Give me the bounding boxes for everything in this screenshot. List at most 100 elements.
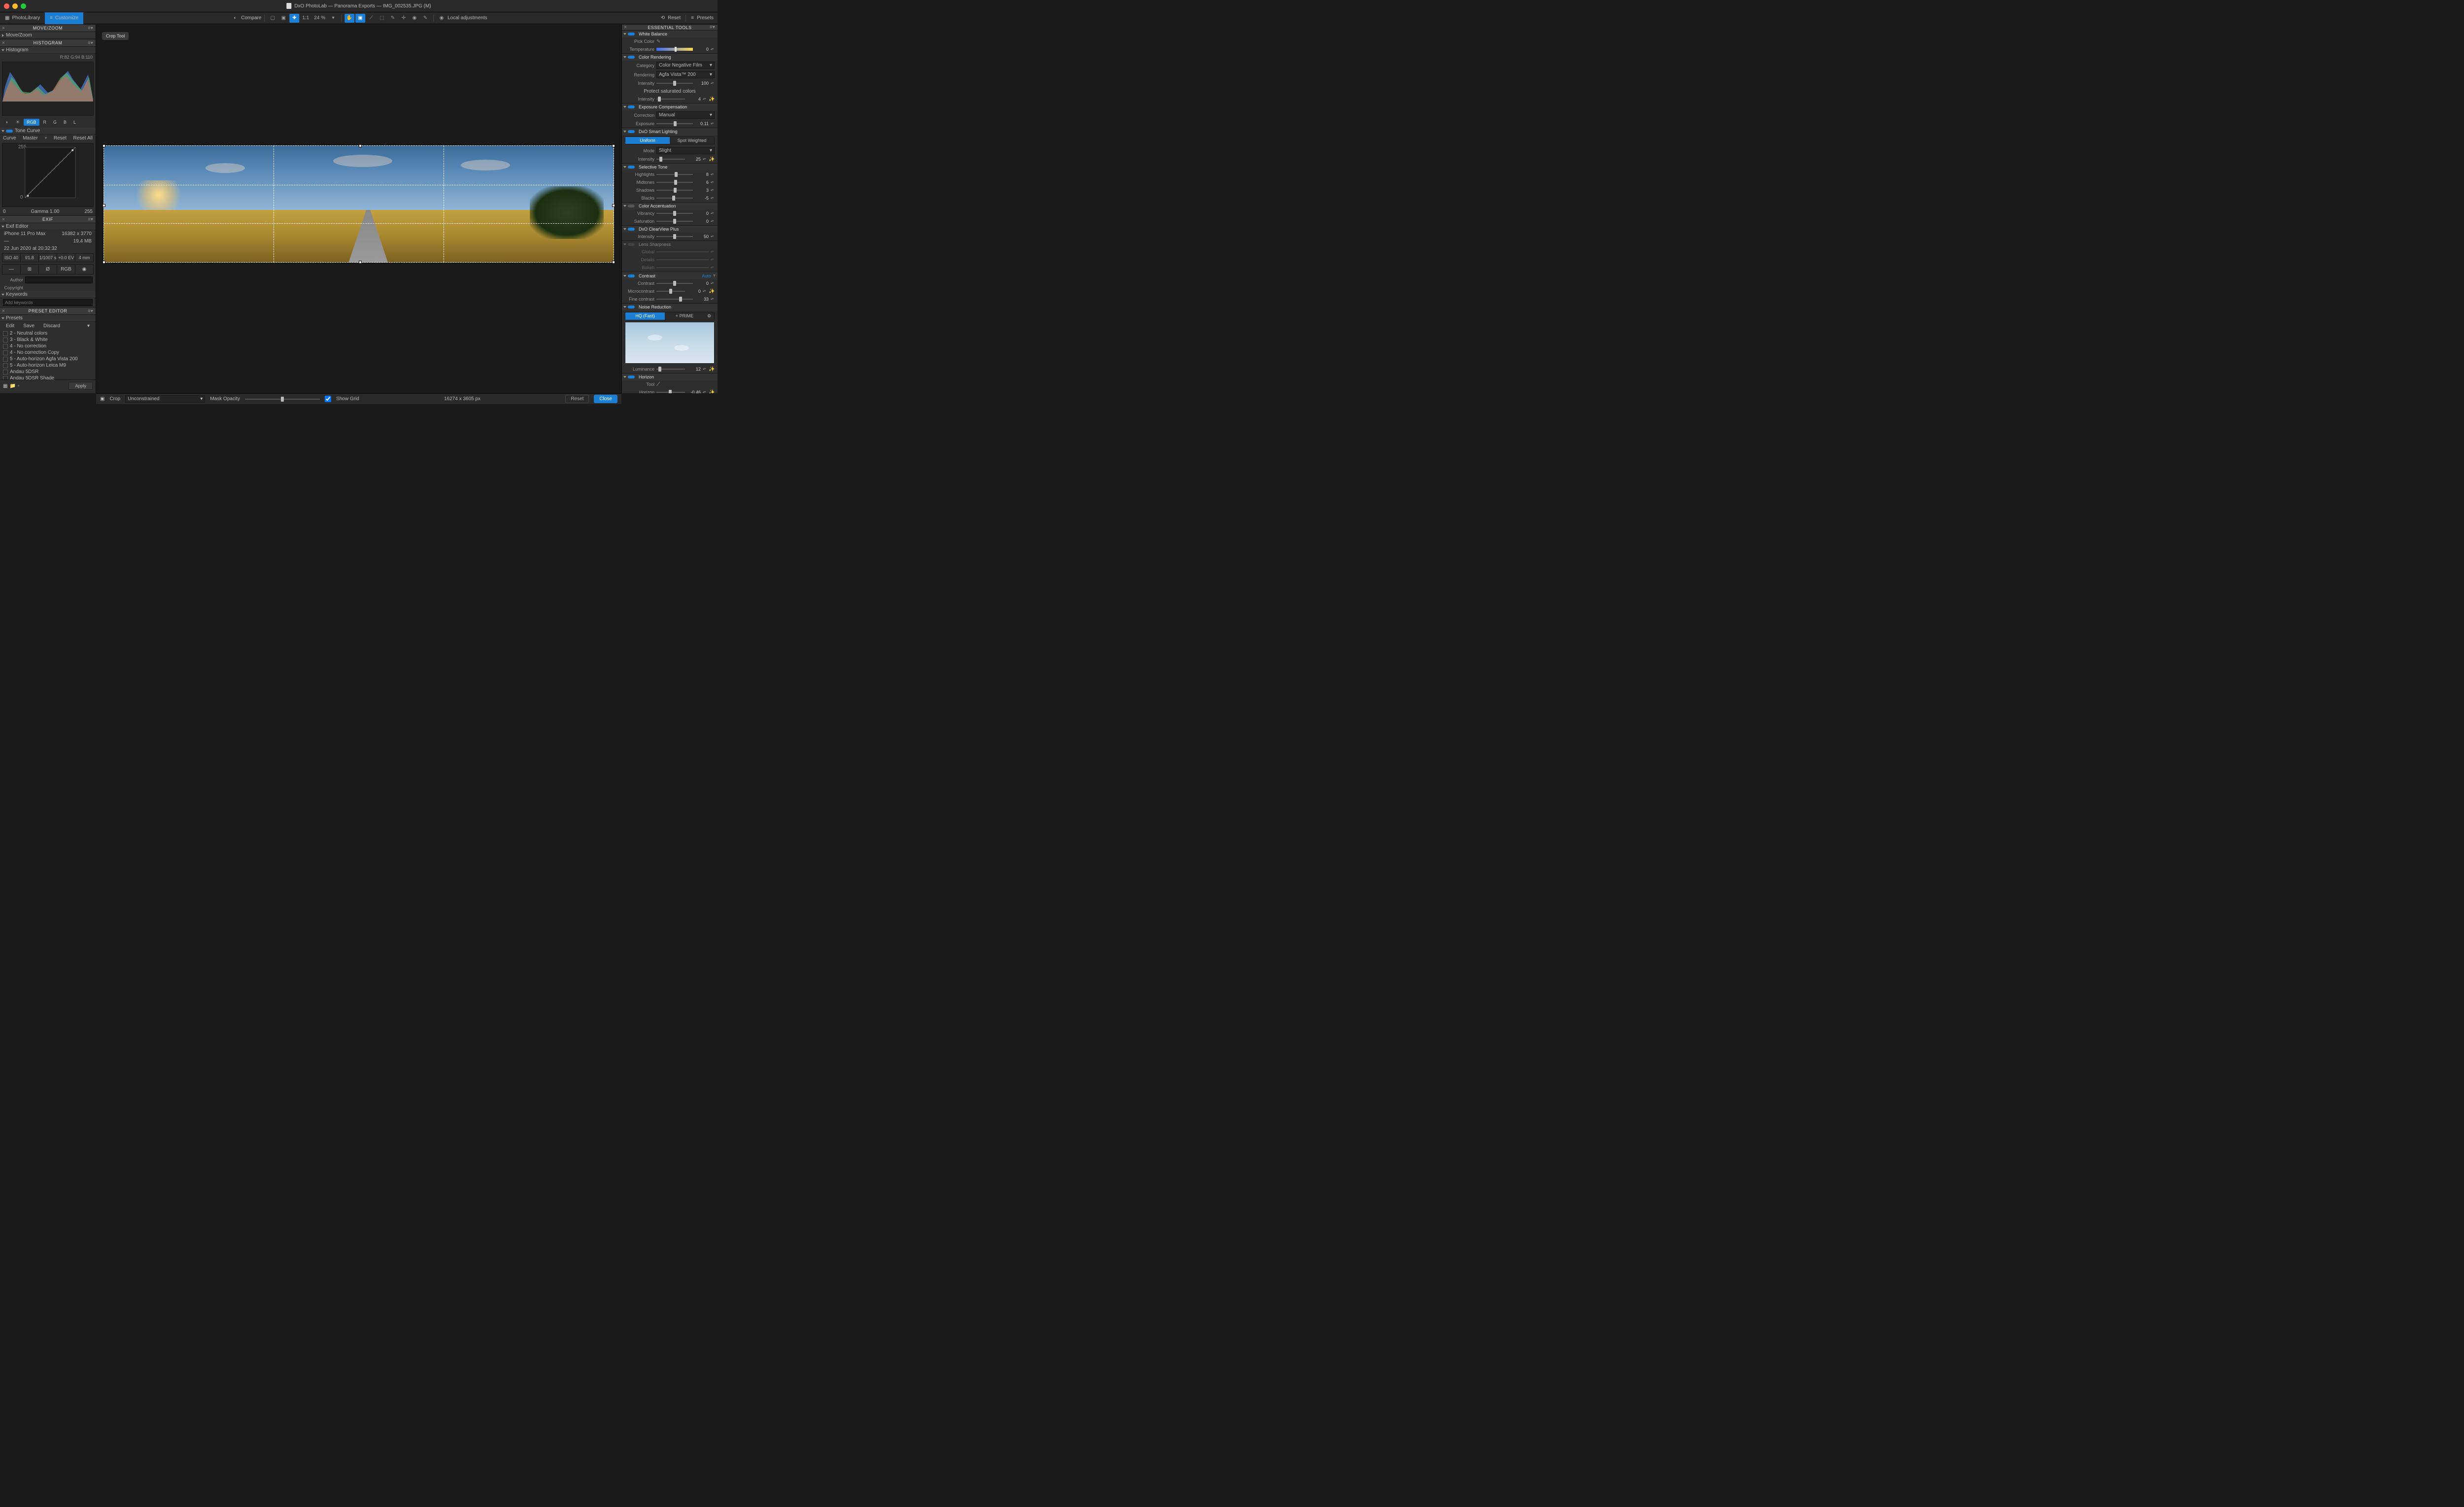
crop-handle[interactable] bbox=[103, 204, 105, 207]
vibrancy-slider[interactable] bbox=[656, 213, 693, 214]
preset-menu-icon[interactable]: ▾ bbox=[87, 323, 90, 329]
protect-intensity-value[interactable]: 4 bbox=[687, 97, 701, 102]
intensity-slider[interactable] bbox=[656, 83, 693, 84]
close-window-button[interactable] bbox=[4, 3, 9, 9]
noise-hq-button[interactable]: HQ (Fast) bbox=[625, 312, 665, 320]
mode-select[interactable]: Slight▾ bbox=[656, 147, 715, 154]
preset-edit[interactable]: Edit bbox=[6, 323, 14, 329]
horizon-tool-icon[interactable]: ⟋ bbox=[366, 14, 376, 23]
wand-icon[interactable]: ✨ bbox=[709, 390, 715, 394]
stepper-icon[interactable]: ▴▾ bbox=[703, 290, 707, 292]
category-select[interactable]: Color Negative Film▾ bbox=[656, 62, 715, 69]
tab-customize[interactable]: ≡Customize bbox=[45, 12, 83, 24]
finecontrast-slider[interactable] bbox=[656, 299, 693, 300]
zoom-dropdown-icon[interactable]: ▾ bbox=[328, 14, 338, 23]
wb-header[interactable]: White Balance bbox=[622, 31, 718, 37]
fit-icon[interactable]: ✚ bbox=[289, 14, 299, 23]
tone-white-in[interactable]: 255 bbox=[84, 209, 93, 214]
tab-photolibrary[interactable]: ▦PhotoLibrary bbox=[0, 12, 45, 24]
preset-list[interactable]: 2 - Neutral colors 3 - Black & White 4 -… bbox=[0, 330, 96, 379]
showgrid-checkbox[interactable] bbox=[325, 396, 331, 402]
preset-item[interactable]: 5 - Auto-horizon Agfa Vista 200 bbox=[2, 356, 94, 362]
keywords-input[interactable] bbox=[3, 299, 93, 306]
close-palette-icon[interactable]: × bbox=[2, 308, 8, 314]
smartlighting-header[interactable]: DxO Smart Lighting bbox=[622, 128, 718, 135]
wand-icon[interactable]: ✨ bbox=[709, 289, 715, 294]
gamma-value[interactable]: 1.00 bbox=[50, 209, 59, 214]
preset-item[interactable]: 5 - Auto-horizon Leica M9 bbox=[2, 362, 94, 369]
presets-button[interactable]: Presets bbox=[697, 15, 714, 21]
luminance-value[interactable]: 12 bbox=[687, 367, 701, 372]
palette-menu-icon[interactable]: ≡▾ bbox=[710, 25, 716, 30]
hand-tool-icon[interactable]: ✋ bbox=[344, 14, 354, 23]
zoom-1to1[interactable]: 1:1 bbox=[300, 15, 311, 21]
tone-curve-chart[interactable]: 255 0 bbox=[2, 143, 94, 207]
highlights-value[interactable]: 8 bbox=[695, 172, 709, 177]
histo-tab-r[interactable]: R bbox=[40, 119, 50, 126]
preset-item[interactable]: Andau 5DSR bbox=[2, 369, 94, 375]
preset-folder-icon[interactable]: 📁 bbox=[9, 383, 15, 389]
close-palette-icon[interactable]: × bbox=[2, 217, 8, 222]
horizon-tool-icon[interactable]: ⟋ bbox=[656, 382, 660, 387]
exposure-value[interactable]: 0.11 bbox=[695, 121, 709, 126]
temp-value[interactable]: 0 bbox=[695, 47, 709, 52]
compare-label[interactable]: Compare bbox=[241, 15, 261, 21]
intensity-value[interactable]: 100 bbox=[695, 81, 709, 86]
crop-handle[interactable] bbox=[103, 144, 105, 147]
presets-sub[interactable]: Presets bbox=[0, 315, 96, 322]
crop-footer-icon[interactable]: ▣ bbox=[100, 396, 104, 402]
zoom-percent[interactable]: 24 % bbox=[312, 15, 327, 21]
stepper-icon[interactable]: ▴▾ bbox=[711, 173, 715, 175]
stepper-icon[interactable]: ▴▾ bbox=[711, 197, 715, 199]
spot-button[interactable]: Spot Weighted bbox=[670, 137, 714, 144]
crop-ratio-select[interactable]: Unconstrained▾ bbox=[125, 395, 205, 403]
preset-item[interactable]: 2 - Neutral colors bbox=[2, 330, 94, 337]
microcontrast-value[interactable]: 0 bbox=[687, 289, 701, 294]
panorama-image[interactable] bbox=[103, 145, 615, 263]
protect-intensity-slider[interactable] bbox=[656, 99, 685, 100]
preset-discard[interactable]: Discard bbox=[43, 323, 60, 329]
curve-reset[interactable]: Reset bbox=[54, 136, 67, 141]
blacks-value[interactable]: -5 bbox=[695, 196, 709, 201]
shadows-slider[interactable] bbox=[656, 190, 693, 191]
preset-view-icon[interactable]: ▦ bbox=[3, 383, 7, 389]
repair-tool-icon[interactable]: ✢ bbox=[399, 14, 409, 23]
stepper-icon[interactable]: ▴▾ bbox=[711, 298, 715, 300]
close-palette-icon[interactable]: × bbox=[2, 40, 8, 46]
preset-item[interactable]: 4 - No correction bbox=[2, 343, 94, 349]
stepper-icon[interactable]: ▴▾ bbox=[711, 282, 715, 284]
lens-header[interactable]: Lens Sharpness bbox=[622, 241, 718, 248]
clearview-header[interactable]: DxO ClearView Plus bbox=[622, 226, 718, 233]
exposure-slider[interactable] bbox=[656, 123, 693, 124]
close-palette-icon[interactable]: × bbox=[624, 25, 630, 30]
stepper-icon[interactable]: ▴▾ bbox=[711, 189, 715, 191]
intensity-stepper[interactable]: ▴▾ bbox=[711, 82, 715, 84]
preset-item[interactable]: 4 - No correction Copy bbox=[2, 349, 94, 356]
eyedropper-icon[interactable]: ✎ bbox=[656, 39, 662, 44]
horizon-slider[interactable] bbox=[656, 392, 685, 393]
preset-item[interactable]: 3 - Black & White bbox=[2, 337, 94, 343]
histo-tab-g[interactable]: G bbox=[50, 119, 60, 126]
image-canvas[interactable] bbox=[96, 142, 621, 266]
mask-opacity-slider[interactable] bbox=[245, 399, 320, 400]
exif-sub[interactable]: Exif Editor bbox=[0, 223, 96, 230]
crop-handle[interactable] bbox=[359, 144, 362, 147]
luminance-slider[interactable] bbox=[656, 369, 685, 370]
midtones-value[interactable]: 6 bbox=[695, 180, 709, 185]
stepper-icon[interactable]: ▴▾ bbox=[703, 368, 707, 370]
minimize-window-button[interactable] bbox=[12, 3, 18, 9]
saturation-slider[interactable] bbox=[656, 221, 693, 222]
local-adj-label[interactable]: Local adjustments bbox=[447, 15, 487, 21]
correction-select[interactable]: Manual▾ bbox=[656, 111, 715, 119]
stepper-icon[interactable]: ▴▾ bbox=[711, 123, 715, 125]
viewer[interactable]: Crop Tool bbox=[96, 24, 621, 393]
histo-tab-l[interactable]: L bbox=[70, 119, 79, 126]
temp-stepper[interactable]: ▴▾ bbox=[711, 48, 715, 50]
midtones-slider[interactable] bbox=[656, 182, 693, 183]
perspective-tool-icon[interactable]: ⬚ bbox=[377, 14, 387, 23]
contrast-header[interactable]: ContrastAuto▾ bbox=[622, 272, 718, 279]
palette-menu-icon[interactable]: ≡▾ bbox=[88, 217, 94, 222]
crop-tool-icon[interactable]: ▣ bbox=[355, 14, 365, 23]
horizon-header[interactable]: Horizon bbox=[622, 374, 718, 380]
contrast-auto[interactable]: Auto bbox=[702, 274, 711, 278]
